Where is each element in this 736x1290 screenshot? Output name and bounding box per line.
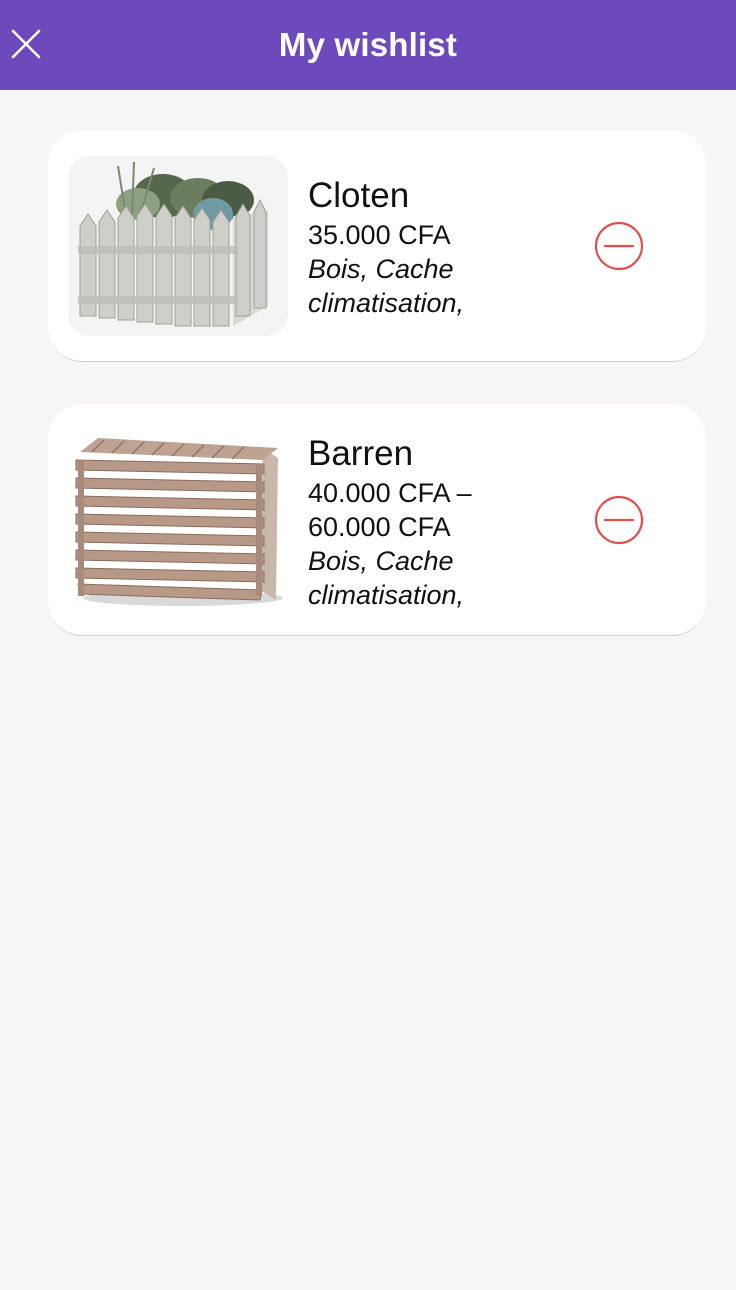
product-price: 40.000 CFA – 60.000 CFA <box>308 478 472 542</box>
product-name[interactable]: Barren <box>308 432 528 476</box>
product-image[interactable] <box>68 430 288 610</box>
remove-item-button[interactable] <box>594 221 644 271</box>
product-categories: Bois, Cache climatisation, <box>308 254 465 318</box>
page-title: My wishlist <box>278 26 458 63</box>
product-categories: Bois, Cache climatisation, <box>308 546 465 610</box>
product-info: Cloten 35.000 CFA Bois, Cache climatisat… <box>308 174 528 320</box>
wishlist: Cloten 35.000 CFA Bois, Cache climatisat… <box>48 130 706 678</box>
wishlist-item[interactable]: Barren 40.000 CFA – 60.000 CFA Bois, Cac… <box>48 404 706 636</box>
wishlist-item[interactable]: Cloten 35.000 CFA Bois, Cache climatisat… <box>48 130 706 362</box>
product-info: Barren 40.000 CFA – 60.000 CFA Bois, Cac… <box>308 432 528 612</box>
remove-item-button[interactable] <box>594 495 644 545</box>
picket-fence-planter-image <box>68 156 288 336</box>
product-price: 35.000 CFA <box>308 220 451 250</box>
app-header: My wishlist <box>0 0 736 90</box>
product-name[interactable]: Cloten <box>308 174 528 218</box>
product-image[interactable] <box>68 156 288 336</box>
slatted-ac-cover-image <box>68 430 288 610</box>
close-icon[interactable] <box>8 26 44 62</box>
